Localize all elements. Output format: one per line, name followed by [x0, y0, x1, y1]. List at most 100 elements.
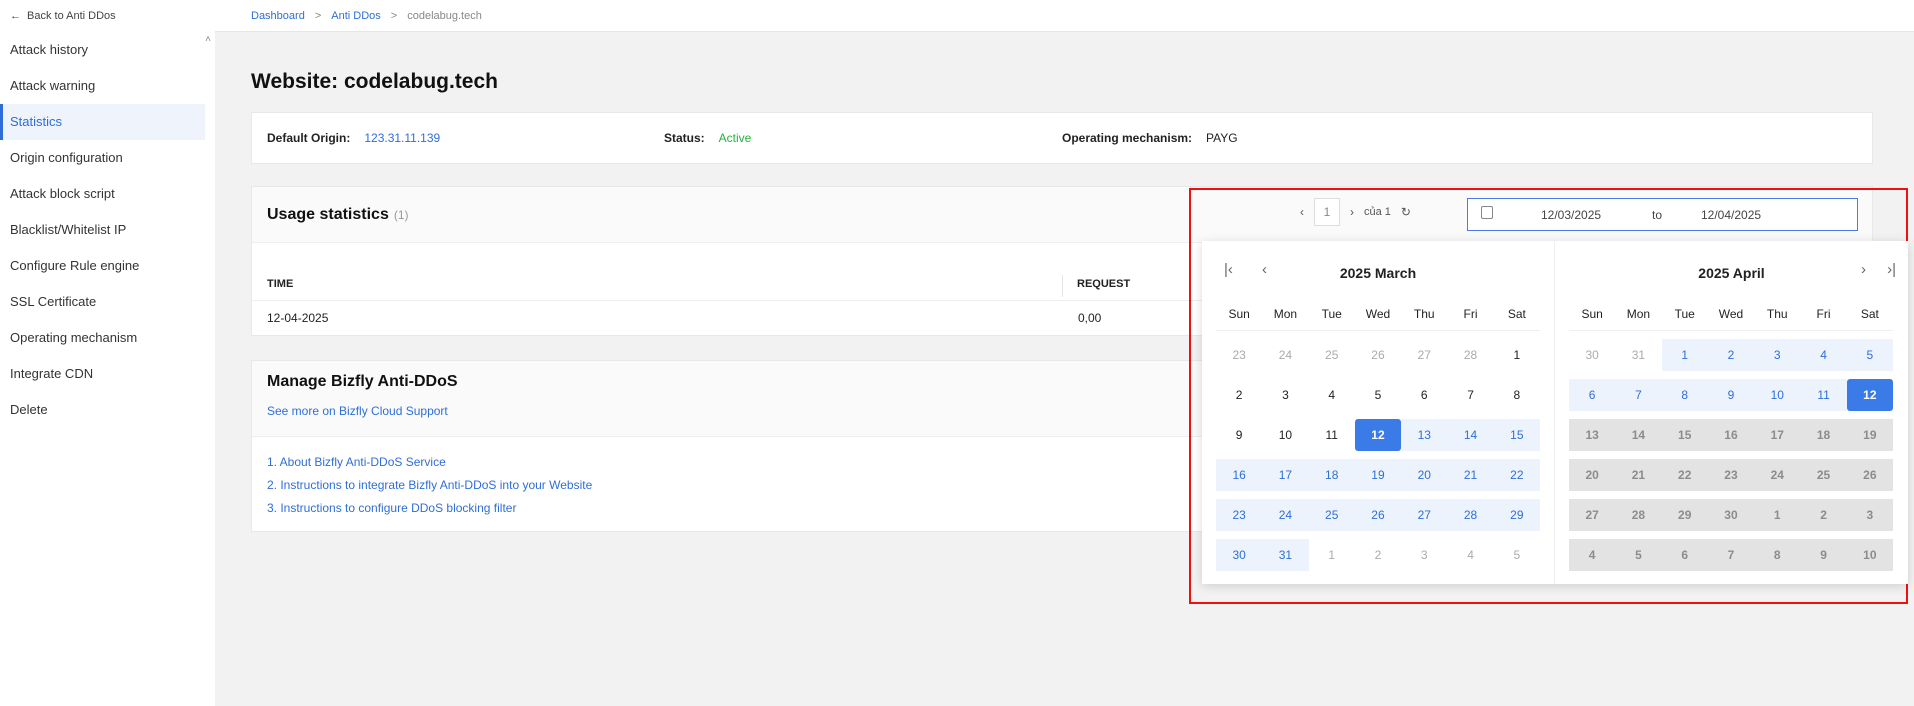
back-link[interactable]: ← Back to Anti DDos	[0, 0, 215, 32]
sidebar-item-statistics[interactable]: Statistics	[0, 104, 205, 140]
calendar-day: 13	[1569, 419, 1616, 451]
calendar-day[interactable]: 21	[1447, 459, 1494, 491]
status-badge: Active	[718, 131, 752, 145]
calendar-day[interactable]: 16	[1216, 459, 1263, 491]
calendar-day[interactable]: 11	[1309, 419, 1355, 451]
breadcrumb-anti-ddos[interactable]: Anti DDos	[331, 10, 381, 22]
calendar-day[interactable]: 5	[1494, 539, 1540, 571]
column-header-request[interactable]: REQUEST	[1077, 267, 1130, 301]
calendar-day[interactable]: 27	[1401, 499, 1448, 531]
calendar-day[interactable]: 6	[1401, 379, 1447, 411]
sidebar-item-attack-block-script[interactable]: Attack block script	[0, 176, 215, 212]
calendar-day[interactable]: 20	[1401, 459, 1448, 491]
calendar-day: 27	[1569, 499, 1616, 531]
calendar-day[interactable]: 31	[1615, 339, 1661, 371]
calendar-day[interactable]: 13	[1401, 419, 1448, 451]
calendar-day[interactable]: 9	[1216, 419, 1262, 451]
link-integrate-instructions[interactable]: 2. Instructions to integrate Bizfly Anti…	[267, 478, 592, 492]
sidebar-item-ssl-certificate[interactable]: SSL Certificate	[0, 284, 215, 320]
calendar-day[interactable]: 10	[1754, 379, 1801, 411]
calendar-day[interactable]: 26	[1355, 339, 1401, 371]
calendar-day[interactable]: 6	[1569, 379, 1616, 411]
calendar-day[interactable]: 9	[1707, 379, 1755, 411]
calendar-day[interactable]: 2	[1216, 379, 1262, 411]
weekday: Sun	[1581, 307, 1603, 321]
status-label: Status:	[664, 131, 705, 145]
calendar-day[interactable]: 5	[1355, 379, 1401, 411]
calendar-day: 4	[1569, 539, 1616, 571]
calendar-day[interactable]: 2	[1355, 539, 1401, 571]
link-about-service[interactable]: 1. About Bizfly Anti-DDoS Service	[267, 455, 446, 469]
calendar-day[interactable]: 3	[1401, 539, 1447, 571]
calendar-day[interactable]: 15	[1493, 419, 1540, 451]
calendar-day[interactable]: 24	[1262, 339, 1308, 371]
sidebar-item-attack-warning[interactable]: Attack warning	[0, 68, 215, 104]
calendar-day[interactable]: 31	[1262, 539, 1309, 571]
link-blocking-filter[interactable]: 3. Instructions to configure DDoS blocki…	[267, 501, 516, 515]
calendar-day[interactable]: 25	[1308, 499, 1355, 531]
calendar-day: 30	[1707, 499, 1755, 531]
calendar-day[interactable]: 4	[1447, 539, 1493, 571]
calendar-day[interactable]: 28	[1447, 499, 1494, 531]
calendar-day[interactable]: 1	[1309, 539, 1355, 571]
calendar-day[interactable]: 17	[1262, 459, 1309, 491]
week-row: 6 7 8 9 10 11 12	[1569, 375, 1893, 415]
calendar-day[interactable]: 2	[1707, 339, 1755, 371]
column-divider	[1062, 275, 1063, 297]
calendar-day[interactable]: 4	[1309, 379, 1355, 411]
calendar-day[interactable]: 3	[1754, 339, 1801, 371]
website-info-card: Default Origin: 123.31.11.139 Status: Ac…	[251, 112, 1873, 164]
calendar-day: 26	[1846, 459, 1893, 491]
breadcrumb-dashboard[interactable]: Dashboard	[251, 10, 305, 22]
weekday: Wed	[1365, 307, 1391, 321]
calendar-day[interactable]: 1	[1494, 339, 1540, 371]
sidebar-item-delete[interactable]: Delete	[0, 392, 215, 428]
sidebar-item-operating-mechanism[interactable]: Operating mechanism	[0, 320, 215, 356]
calendar-day[interactable]: 8	[1494, 379, 1540, 411]
calendar-day[interactable]: 30	[1216, 539, 1263, 571]
week-row: 23 24 25 26 27 28 1	[1216, 335, 1540, 375]
calendar-day[interactable]: 10	[1262, 419, 1308, 451]
sidebar-item-attack-history[interactable]: Attack history	[0, 32, 215, 68]
cell-request: 0,00	[1078, 311, 1102, 325]
calendar-day[interactable]: 24	[1262, 499, 1309, 531]
sidebar-item-integrate-cdn[interactable]: Integrate CDN	[0, 356, 215, 392]
calendar-day[interactable]: 29	[1493, 499, 1540, 531]
weekday: Mon	[1273, 307, 1298, 321]
support-link[interactable]: See more on Bizfly Cloud Support	[267, 404, 448, 418]
calendar-day[interactable]: 19	[1354, 459, 1402, 491]
calendar-day[interactable]: 4	[1800, 339, 1847, 371]
column-header-time[interactable]: TIME	[267, 267, 293, 301]
calendar-day: 2	[1800, 499, 1847, 531]
sidebar-item-rule-engine[interactable]: Configure Rule engine	[0, 248, 215, 284]
calendar-day[interactable]: 26	[1354, 499, 1402, 531]
sidebar-item-blacklist-whitelist[interactable]: Blacklist/Whitelist IP	[0, 212, 215, 248]
calendar-day[interactable]: 11	[1800, 379, 1847, 411]
sidebar-item-origin-configuration[interactable]: Origin configuration	[0, 140, 215, 176]
calendar-day[interactable]: 1	[1661, 339, 1708, 371]
calendar-day[interactable]: 23	[1216, 499, 1263, 531]
calendar-day[interactable]: 23	[1216, 339, 1262, 371]
page-title: Website: codelabug.tech	[251, 70, 498, 93]
calendar-day[interactable]: 5	[1846, 339, 1893, 371]
week-row: 2345678	[1216, 375, 1540, 415]
month-title: 2025 April	[1698, 265, 1765, 281]
origin-value[interactable]: 123.31.11.139	[364, 131, 440, 145]
weekday: Tue	[1321, 307, 1342, 321]
calendar-day: 28	[1615, 499, 1662, 531]
calendar-day[interactable]: 7	[1615, 379, 1662, 411]
calendar-day[interactable]: 27	[1401, 339, 1447, 371]
calendar-day[interactable]: 12	[1354, 419, 1402, 451]
calendar-day[interactable]: 3	[1262, 379, 1308, 411]
calendar-day[interactable]: 25	[1309, 339, 1355, 371]
calendar-day[interactable]: 22	[1493, 459, 1540, 491]
weekday: Sat	[1860, 307, 1879, 321]
calendar-day[interactable]: 7	[1447, 379, 1493, 411]
calendar-day[interactable]: 12	[1846, 379, 1893, 411]
calendar-day: 8	[1754, 539, 1801, 571]
calendar-day[interactable]: 14	[1447, 419, 1494, 451]
calendar-day[interactable]: 8	[1661, 379, 1708, 411]
calendar-day[interactable]: 30	[1569, 339, 1615, 371]
calendar-day[interactable]: 18	[1308, 459, 1355, 491]
calendar-day[interactable]: 28	[1447, 339, 1493, 371]
